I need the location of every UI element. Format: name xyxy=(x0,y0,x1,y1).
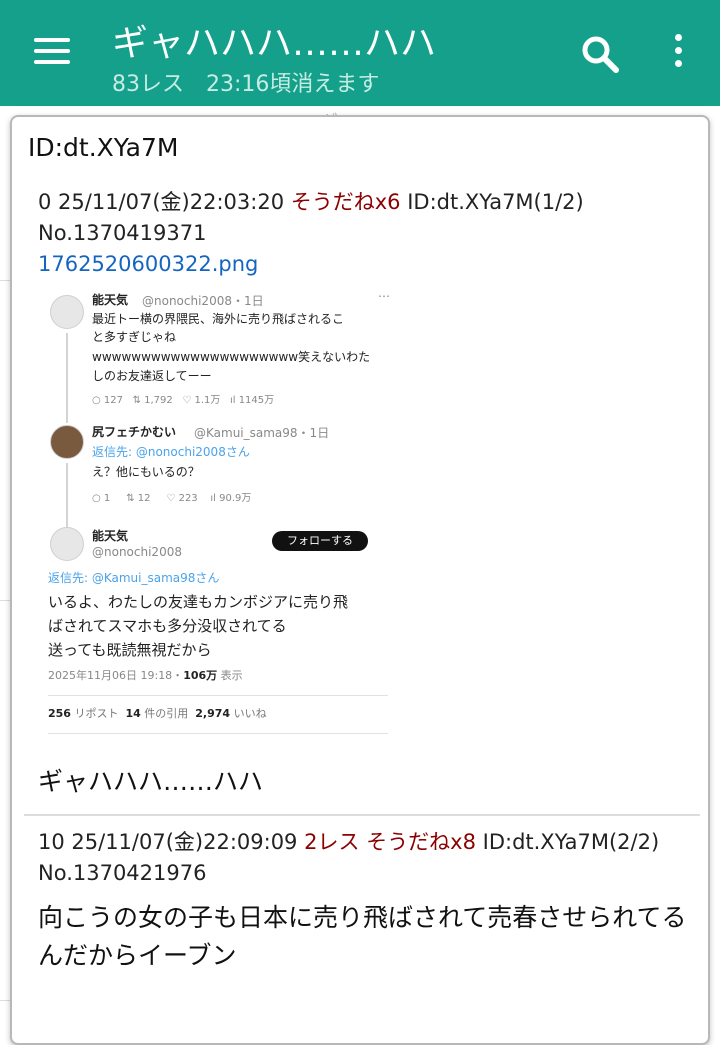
views-icon: ıl xyxy=(210,493,216,504)
tweet-text: 送っても既読無視だから xyxy=(48,641,212,659)
post-date: 0 25/11/07(金)22:03:20 xyxy=(38,190,291,214)
tweet-text: 最近トー横の界隈民、海外に売り飛ばされるこ xyxy=(92,312,345,326)
like-label: いいね xyxy=(230,707,267,720)
retweet-icon: ⇅ xyxy=(126,493,135,504)
reply-count-link[interactable]: 2レス xyxy=(304,830,359,854)
post-meta: 0 25/11/07(金)22:03:20 そうだねx6 ID:dt.XYa7M… xyxy=(38,187,698,218)
tweet-reply-to: 返信先: @Kamui_sama98さん xyxy=(48,571,220,585)
repost-count: 256 xyxy=(48,707,71,720)
retweet-count: 12 xyxy=(137,493,151,504)
post-body: 向こうの女の子も日本に売り飛ばされて売春させられてるんだからイーブン xyxy=(38,903,687,970)
post-number[interactable]: No.1370421976 xyxy=(38,858,698,889)
tweet-stats: ○ 1 ⇅ 12 ♡ 223 ıl 90.9万 xyxy=(92,489,251,504)
like-icon: ♡ xyxy=(182,395,192,406)
post-body: ギャハハハ……ハハ xyxy=(38,767,264,796)
post-id[interactable]: ID:dt.XYa7M(1/2) xyxy=(401,190,584,214)
post-item[interactable]: 0 25/11/07(金)22:03:20 そうだねx6 ID:dt.XYa7M… xyxy=(38,187,698,280)
tweet-views: 106万 xyxy=(183,669,218,682)
tweet-name: 能天気 xyxy=(92,293,129,307)
views-icon: ıl xyxy=(229,395,236,406)
tweet-timestamp: 2025年11月06日 19:18・ xyxy=(48,669,184,682)
thread-subtitle: 83レス 23:16頃消えます xyxy=(112,72,380,97)
thread-line xyxy=(66,333,68,423)
reply-count: 1 xyxy=(103,493,111,504)
avatar xyxy=(50,527,84,561)
popup-title: ID:dt.XYa7M xyxy=(28,133,179,162)
search-icon[interactable] xyxy=(578,32,622,76)
tweet-text: ばされてスマホも多分没収されてる xyxy=(48,617,287,635)
tweet-text: と多すぎじゃね xyxy=(92,330,177,344)
views-label: 表示 xyxy=(217,669,243,682)
post-meta: 10 25/11/07(金)22:09:09 2レス そうだねx8 ID:dt.… xyxy=(38,827,698,858)
tweet-handle: @nonochi2008 xyxy=(92,545,182,559)
post-item[interactable]: 10 25/11/07(金)22:09:09 2レス そうだねx8 ID:dt.… xyxy=(38,827,698,975)
reply-count: 127 xyxy=(103,395,124,406)
file-link-row: 1762520600322.png xyxy=(38,249,698,280)
soudane-button[interactable]: そうだねx6 xyxy=(291,190,401,214)
tweet-stats: ○ 127 ⇅ 1,792 ♡ 1.1万 ıl 1145万 xyxy=(92,391,274,406)
file-link[interactable]: 1762520600322.png xyxy=(38,252,258,276)
like-icon: ♡ xyxy=(166,493,176,504)
post-number[interactable]: No.1370419371 xyxy=(38,218,698,249)
tweet-name: 能天気 xyxy=(92,529,129,543)
tweet-engagement: 256 リポスト 14 件の引用 2,974 いいね xyxy=(48,705,267,721)
retweet-count: 1,792 xyxy=(144,395,173,406)
follow-button: フォローする xyxy=(272,531,368,551)
like-count: 1.1万 xyxy=(194,395,221,406)
soudane-button[interactable]: そうだねx8 xyxy=(366,830,476,854)
more-vert-icon[interactable] xyxy=(664,34,692,74)
reply-icon: ○ xyxy=(92,395,101,406)
quote-label: 件の引用 xyxy=(140,707,189,720)
reply-icon: ○ xyxy=(92,493,101,504)
avatar xyxy=(50,295,84,329)
tweet-handle: @Kamui_sama98・1日 xyxy=(194,426,330,440)
quote-count: 14 xyxy=(125,707,141,720)
tweet-handle: @nonochi2008・1日 xyxy=(142,294,264,308)
like-count: 223 xyxy=(178,493,198,504)
id-popup-panel: ID:dt.XYa7M 0 25/11/07(金)22:03:20 そうだねx6… xyxy=(10,115,710,1045)
post-id[interactable]: ID:dt.XYa7M(2/2) xyxy=(476,830,660,854)
more-icon: ⋯ xyxy=(378,289,390,303)
tweet-divider xyxy=(48,733,388,734)
thread-title: ギャハハハ……ハハ xyxy=(112,23,437,64)
tweet-divider xyxy=(48,695,388,696)
post-image[interactable]: 能天気 @nonochi2008・1日 ⋯ 最近トー横の界隈民、海外に売り飛ばさ… xyxy=(38,283,400,753)
avatar xyxy=(50,425,84,459)
tweet-text: しのお友達返してーー xyxy=(92,369,212,383)
menu-icon[interactable] xyxy=(34,38,70,68)
tweet-reply-to: 返信先: @nonochi2008さん xyxy=(92,445,250,459)
tweet-text: wwwwwwwwwwwwwwwwwwwww笑えないわた xyxy=(92,350,371,364)
tweet-name: 尻フェチかむい xyxy=(92,425,177,439)
tweet-date: 2025年11月06日 19:18・106万 表示 xyxy=(48,667,243,683)
app-bar: ギャハハハ……ハハ 83レス 23:16頃消えます xyxy=(0,0,720,106)
post-date: 10 25/11/07(金)22:09:09 xyxy=(38,830,305,854)
tweet-text: いるよ、わたしの友達もカンボジアに売り飛 xyxy=(48,593,349,611)
thread-line xyxy=(66,463,68,527)
views-count: 90.9万 xyxy=(219,493,252,504)
post-body-container: ギャハハハ……ハハ xyxy=(38,763,698,801)
repost-label: リポスト xyxy=(70,707,119,720)
post-divider xyxy=(24,814,700,816)
retweet-icon: ⇅ xyxy=(132,395,141,406)
views-count: 1145万 xyxy=(238,395,275,406)
like-total: 2,974 xyxy=(195,707,231,720)
tweet-text: え？他にもいるの？ xyxy=(92,465,200,479)
